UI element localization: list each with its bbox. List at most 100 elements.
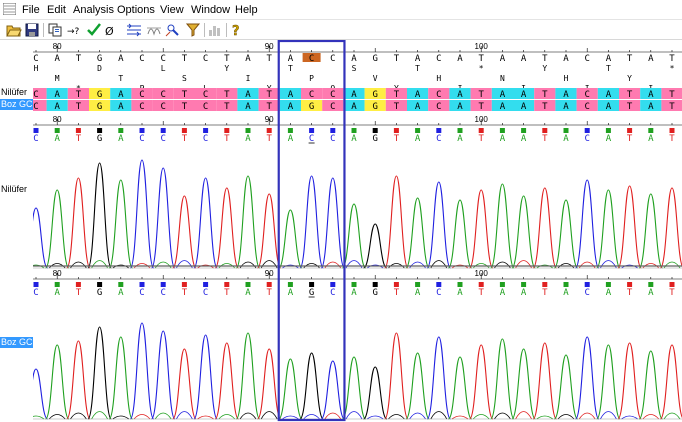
- nilufer-trace-call-marker: [457, 128, 463, 133]
- search-icon[interactable]: [165, 22, 181, 38]
- bozgc-trace-call: C: [584, 288, 589, 298]
- translation-aa: T: [288, 64, 293, 73]
- bozgc-trace-peak: [129, 322, 155, 420]
- bozgc-trace-call: A: [606, 288, 612, 298]
- mixed-base-icon[interactable]: [146, 22, 162, 38]
- nilufer-seq-base: C: [33, 90, 38, 100]
- nilufer-trace-call: A: [648, 134, 654, 144]
- filter-icon[interactable]: [185, 22, 201, 38]
- menu-window[interactable]: Window: [191, 3, 230, 17]
- nilufer-trace-call: C: [436, 134, 441, 144]
- bozgc-seq-base: A: [563, 102, 569, 112]
- bozgc-trace-minor-peak: [176, 411, 193, 420]
- bozgc-trace-peak: [341, 356, 367, 420]
- consensus-base: T: [627, 54, 633, 64]
- consensus-base: A: [521, 54, 527, 64]
- find-ambiguity-icon[interactable]: →?: [67, 22, 83, 38]
- reverse-complement-icon[interactable]: Ø: [105, 22, 121, 38]
- bozgc-trace-peak: [362, 366, 388, 420]
- menu-analysis[interactable]: Analysis: [73, 3, 114, 17]
- nilufer-seq-base: T: [669, 90, 675, 100]
- menu-edit[interactable]: Edit: [47, 3, 66, 17]
- nilufer-trace-minor-peak: [345, 260, 363, 269]
- consensus-base: A: [351, 54, 357, 64]
- bozgc-trace-call: T: [182, 288, 188, 298]
- chromatogram-view[interactable]: 80 90 100C A T G A C C T C T A T A C C A G T A C A T A A T A C A T A TH D…: [33, 40, 682, 422]
- menu-help[interactable]: Help: [235, 3, 258, 17]
- bozgc-trace-call-marker: [415, 282, 421, 287]
- bozgc-trace-call-marker: [266, 282, 272, 287]
- menu-file[interactable]: File: [22, 3, 40, 17]
- translation-aa: H: [436, 74, 441, 83]
- trace-label-nilufer[interactable]: Nilüfer: [0, 184, 27, 195]
- bozgc-trace-peak: [638, 350, 664, 420]
- bozgc-seq-base: A: [500, 102, 506, 112]
- consensus-base: A: [563, 54, 569, 64]
- bozgc-trace-call-marker: [287, 282, 293, 287]
- bozgc-trace-call: T: [266, 288, 272, 298]
- bozgc-trace-call-marker: [669, 282, 675, 287]
- nilufer-seq-base: C: [436, 90, 441, 100]
- bozgc-trace-call-marker: [372, 282, 378, 287]
- bozgc-trace-ruler-label: 100: [475, 269, 489, 278]
- bozgc-trace-peak: [574, 336, 600, 420]
- svg-text:?: ?: [232, 24, 240, 38]
- nilufer-trace-peak: [617, 185, 642, 269]
- menu-view[interactable]: View: [160, 3, 184, 17]
- chart-icon[interactable]: [207, 22, 223, 38]
- bozgc-trace-minor-peak: [494, 412, 511, 420]
- translation-aa: T: [415, 64, 420, 73]
- bozgc-trace-call: C: [203, 288, 208, 298]
- bozgc-trace-peak: [532, 342, 558, 420]
- nilufer-trace-minor-peak: [70, 261, 87, 269]
- nilufer-trace-peak: [553, 199, 579, 269]
- nilufer-seq-base: C: [139, 90, 144, 100]
- bozgc-trace-peak: [384, 332, 409, 420]
- translation-aa: N: [500, 74, 505, 83]
- translation-aa: S: [352, 64, 357, 73]
- nilufer-seq-base: A: [415, 90, 421, 100]
- consensus-base: C: [203, 54, 208, 64]
- bozgc-seq-base: T: [627, 102, 633, 112]
- bozgc-trace-peak: [214, 342, 240, 420]
- bozgc-trace-call: A: [415, 288, 421, 298]
- copy-icon[interactable]: [47, 22, 63, 38]
- nilufer-trace-call-marker: [54, 128, 60, 133]
- consensus-base: A: [245, 54, 251, 64]
- menu-options[interactable]: Options: [117, 3, 155, 17]
- bozgc-trace-minor-peak: [536, 415, 554, 420]
- nilufer-seq-base: A: [521, 90, 527, 100]
- check-icon[interactable]: [86, 22, 102, 38]
- bozgc-trace-call: T: [224, 288, 230, 298]
- bozgc-trace-call-marker: [627, 282, 633, 287]
- track-label-boz-gc[interactable]: Boz GC: [0, 99, 33, 110]
- consensus-base: C: [436, 54, 441, 64]
- bozgc-seq-base: T: [542, 102, 548, 112]
- nilufer-seq-base: A: [288, 90, 294, 100]
- nilufer-trace-call: C: [160, 134, 165, 144]
- nilufer-trace-call: C: [33, 134, 38, 144]
- nilufer-trace-call: T: [542, 134, 548, 144]
- bozgc-seq-base: A: [245, 102, 251, 112]
- open-icon[interactable]: [6, 22, 22, 38]
- consensus-base: C: [309, 54, 314, 64]
- nilufer-trace-call: T: [669, 134, 675, 144]
- save-icon[interactable]: [24, 22, 40, 38]
- nilufer-trace-peak: [468, 189, 494, 269]
- consensus-base: T: [542, 54, 548, 64]
- nilufer-trace-peak: [405, 197, 430, 269]
- bozgc-seq-base: T: [266, 102, 272, 112]
- bozgc-trace-minor-peak: [154, 412, 172, 420]
- nilufer-seq-base: A: [351, 90, 357, 100]
- track-label-nilufer[interactable]: Nilüfer: [0, 87, 28, 98]
- nilufer-trace-call: T: [182, 134, 188, 144]
- nilufer-trace-call-marker: [224, 128, 230, 133]
- edit-trace-icon[interactable]: [126, 22, 142, 38]
- help-icon[interactable]: ?: [229, 22, 245, 38]
- nilufer-trace-ruler-label: 80: [53, 115, 62, 124]
- consensus-base: C: [584, 54, 589, 64]
- bozgc-trace-call-marker: [584, 282, 590, 287]
- trace-label-boz-gc[interactable]: Boz GC: [0, 337, 33, 348]
- bozgc-trace-peak: [659, 344, 682, 420]
- nilufer-trace-peak: [511, 195, 536, 269]
